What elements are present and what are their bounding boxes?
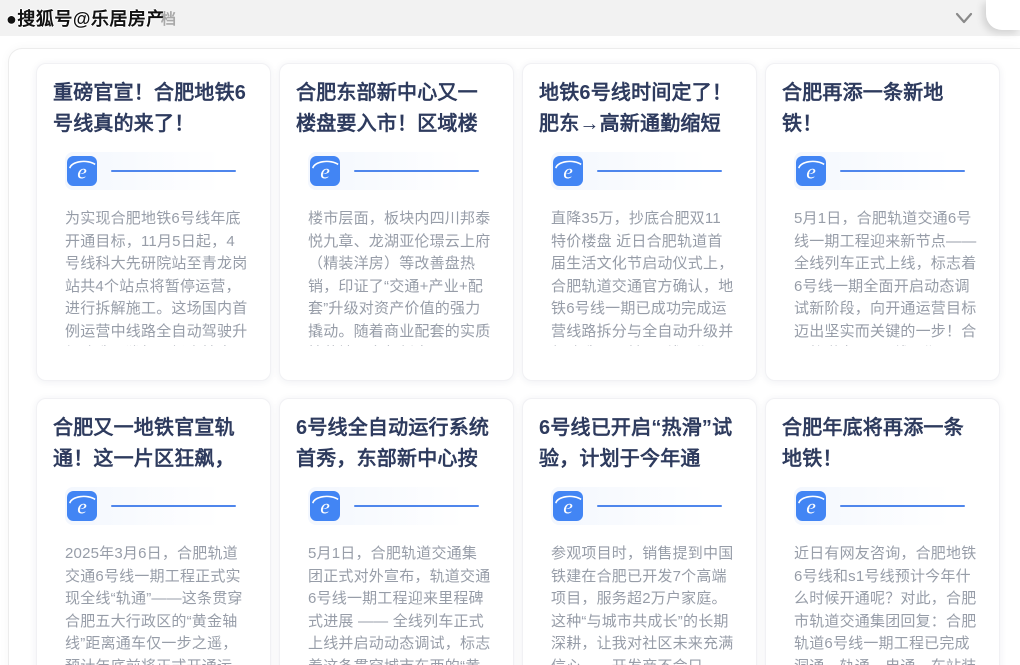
divider-line — [111, 505, 236, 507]
svg-text:e: e — [77, 160, 87, 184]
article-card[interactable]: 6号线已开启“热滑”试验，计划于今年通车，淝河... e 参观项目时，销售提到中… — [522, 398, 757, 665]
article-card[interactable]: 重磅官宣！合肥地铁6号线真的来了！ e 为实现合肥地铁6号线年底开通目标，11月… — [36, 63, 271, 381]
article-card[interactable]: 6号线全自动运行系统首秀，东部新中心按下发... e 5月1日，合肥轨道交通集团… — [279, 398, 514, 665]
svg-text:e: e — [320, 160, 330, 184]
article-excerpt: 参观项目时，销售提到中国铁建在合肥已开发7个高端项目，服务超2万户家庭。这种“与… — [551, 543, 734, 665]
link-preview: e — [308, 152, 491, 190]
article-title[interactable]: 合肥又一地铁官宣轨通！这一片区狂飙，房价7... — [53, 413, 254, 477]
article-excerpt: 2025年3月6日，合肥轨道交通6号线一期工程正式实现全线“轨通”——这条贯穿合… — [65, 543, 248, 665]
link-preview: e — [794, 487, 977, 525]
svg-text:e: e — [563, 160, 573, 184]
article-card[interactable]: 合肥东部新中心又一楼盘要入市！区域楼市步入... e 楼市层面，板块内四川邦泰悦… — [279, 63, 514, 381]
chevron-down-icon[interactable] — [954, 9, 974, 27]
article-title[interactable]: 地铁6号线时间定了！肥东→高新通勤缩短半小... — [539, 78, 740, 142]
article-card[interactable]: 合肥再添一条新地铁！ e 5月1日，合肥轨道交通6号线一期工程迎来新节点——全线… — [765, 63, 1000, 381]
ghost-text: 档 — [161, 8, 176, 29]
account-label: ●搜狐号@乐居房产 — [6, 5, 165, 31]
article-title[interactable]: 6号线已开启“热滑”试验，计划于今年通车，淝河... — [539, 413, 740, 477]
explorer-icon: e — [796, 156, 826, 186]
svg-text:e: e — [320, 495, 330, 519]
divider-line — [840, 505, 965, 507]
bullet-icon: ● — [6, 9, 17, 29]
article-excerpt: 5月1日，合肥轨道交通6号线一期工程迎来新节点——全线列车正式上线，标志着6号线… — [794, 208, 977, 346]
article-excerpt: 直降35万，抄底合肥双11特价楼盘 近日合肥轨道首届生活文化节启动仪式上，合肥轨… — [551, 208, 734, 346]
explorer-icon: e — [310, 491, 340, 521]
divider-line — [597, 505, 722, 507]
link-preview: e — [551, 152, 734, 190]
svg-text:e: e — [806, 160, 816, 184]
svg-text:e: e — [563, 495, 573, 519]
top-bar: ●搜狐号@乐居房产 档 — [0, 0, 1020, 36]
article-card[interactable]: 合肥又一地铁官宣轨通！这一片区狂飙，房价7... e 2025年3月6日，合肥轨… — [36, 398, 271, 665]
link-preview: e — [551, 487, 734, 525]
article-card[interactable]: 地铁6号线时间定了！肥东→高新通勤缩短半小... e 直降35万，抄底合肥双11… — [522, 63, 757, 381]
explorer-icon: e — [67, 491, 97, 521]
article-title[interactable]: 合肥年底将再添一条地铁！ — [782, 413, 983, 477]
content-panel: 重磅官宣！合肥地铁6号线真的来了！ e 为实现合肥地铁6号线年底开通目标，11月… — [8, 48, 1020, 665]
article-title[interactable]: 合肥再添一条新地铁！ — [782, 78, 983, 142]
article-grid: 重磅官宣！合肥地铁6号线真的来了！ e 为实现合肥地铁6号线年底开通目标，11月… — [36, 63, 1020, 665]
article-title[interactable]: 合肥东部新中心又一楼盘要入市！区域楼市步入... — [296, 78, 497, 142]
divider-line — [111, 170, 236, 172]
explorer-icon: e — [553, 156, 583, 186]
explorer-icon: e — [310, 156, 340, 186]
explorer-icon: e — [67, 156, 97, 186]
divider-line — [597, 170, 722, 172]
divider-line — [840, 170, 965, 172]
article-title[interactable]: 6号线全自动运行系统首秀，东部新中心按下发... — [296, 413, 497, 477]
link-preview: e — [65, 487, 248, 525]
explorer-icon: e — [796, 491, 826, 521]
explorer-icon: e — [553, 491, 583, 521]
link-preview: e — [65, 152, 248, 190]
article-excerpt: 楼市层面，板块内四川邦泰悦九章、龙湖亚伦璟云上府（精装洋房）等改善盘热销，印证了… — [308, 208, 491, 346]
article-excerpt: 为实现合肥地铁6号线年底开通目标，11月5日起，4号线科大先研院站至青龙岗站共4… — [65, 208, 248, 346]
link-preview: e — [308, 487, 491, 525]
article-title[interactable]: 重磅官宣！合肥地铁6号线真的来了！ — [53, 78, 254, 142]
link-preview: e — [794, 152, 977, 190]
article-card[interactable]: 合肥年底将再添一条地铁！ e 近日有网友咨询，合肥地铁6号线和s1号线预计今年什… — [765, 398, 1000, 665]
article-excerpt: 近日有网友咨询，合肥地铁6号线和s1号线预计今年什么时候开通呢？对此，合肥市轨道… — [794, 543, 977, 665]
svg-text:e: e — [77, 495, 87, 519]
svg-text:e: e — [806, 495, 816, 519]
divider-line — [354, 505, 479, 507]
overlay-panel-corner — [986, 0, 1020, 30]
article-excerpt: 5月1日，合肥轨道交通集团正式对外宣布，轨道交通6号线一期工程迎来里程碑式进展 … — [308, 543, 491, 665]
divider-line — [354, 170, 479, 172]
